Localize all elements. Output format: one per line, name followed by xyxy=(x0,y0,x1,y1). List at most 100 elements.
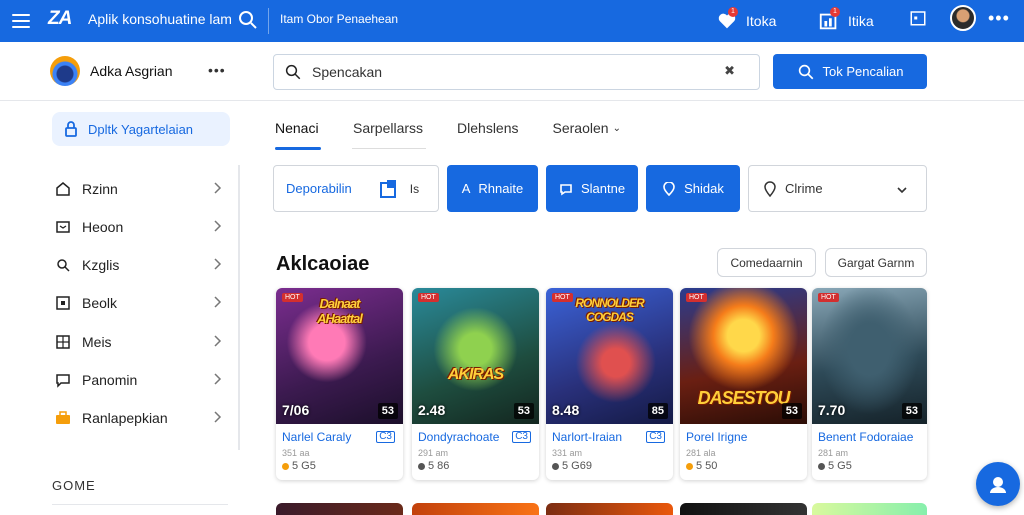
card-rating: 5 G69 xyxy=(552,460,592,472)
rating-dot xyxy=(418,462,425,470)
card-subtitle: 331 am xyxy=(552,448,583,458)
card-rating: 5 G5 xyxy=(282,460,316,472)
game-card[interactable]: HOT RONNOLDER COGDAS 8.48 85 Narlort-Ira… xyxy=(546,288,673,480)
card-tag: 53 xyxy=(781,403,802,419)
game-cover-image: HOT RONNOLDER COGDAS 8.48 85 xyxy=(546,288,673,424)
card-rating-value: 5 50 xyxy=(696,460,718,472)
sidebar-item-meis[interactable]: Meis xyxy=(54,330,230,354)
sidebar-item-label: Ranlapepkian xyxy=(82,410,168,426)
sort-button[interactable]: Comedaarnin xyxy=(717,248,816,277)
topbar-button-2[interactable]: 1 Itika xyxy=(818,7,874,34)
sidebar-scrollbar[interactable] xyxy=(238,165,240,450)
document-icon xyxy=(379,179,396,198)
game-card[interactable]: HOT 7.70 53 Benent Fodoraiae 281 am 5 G5 xyxy=(812,288,927,480)
search-icon xyxy=(798,64,813,79)
search-input[interactable]: Spencakan ✖ xyxy=(273,54,760,90)
more-options-icon[interactable]: ••• xyxy=(988,8,1010,29)
profile[interactable]: Adka Asgrian xyxy=(50,56,173,86)
rating-dot xyxy=(282,462,289,470)
sidebar-divider xyxy=(52,504,228,505)
card-subtitle: 281 am xyxy=(818,448,849,458)
filter-chip-rhnaite[interactable]: A Rhnaite xyxy=(447,165,538,212)
hamburger-menu-icon[interactable] xyxy=(12,9,36,33)
sidebar-item-kzglis[interactable]: Kzglis xyxy=(54,253,230,277)
chevron-right-icon xyxy=(214,411,222,423)
sidebar-item-ranlapepkian[interactable]: Ranlapepkian xyxy=(54,406,230,430)
game-card-partial[interactable] xyxy=(412,503,539,515)
section-heading: Aklcaoiae xyxy=(276,253,370,275)
card-rating-value: 5 86 xyxy=(428,460,450,472)
tab-sarpellarss[interactable]: Sarpellarss xyxy=(353,118,423,150)
game-card-partial[interactable] xyxy=(276,503,403,515)
grid-icon xyxy=(54,333,72,351)
chevron-right-icon xyxy=(214,182,222,194)
chevron-right-icon xyxy=(214,296,222,308)
sidebar-item-label: Meis xyxy=(82,334,112,350)
card-score: 8.48 xyxy=(552,402,580,418)
filter-chip-label: Shidak xyxy=(684,181,724,196)
chat-support-button[interactable] xyxy=(976,462,1020,506)
sidebar-primary-item[interactable]: Dpltk Yagartelaian xyxy=(52,112,230,146)
profile-more-icon[interactable]: ••• xyxy=(208,62,226,78)
chevron-down-icon xyxy=(897,187,907,194)
topbar-subtitle: Itam Obor Penaehean xyxy=(280,12,399,26)
card-tag: 53 xyxy=(901,403,922,419)
game-cover-image: HOT DASESTOU 53 xyxy=(680,288,807,424)
search-icon[interactable] xyxy=(236,8,260,32)
game-card[interactable]: HOT AKIRAS 2.48 53 Dondyrachoate C3 291 … xyxy=(412,288,539,480)
user-avatar[interactable] xyxy=(950,5,976,31)
filter-chip-slantne[interactable]: Slantne xyxy=(546,165,638,212)
card-tag: 53 xyxy=(377,403,398,419)
card-score: 2.48 xyxy=(418,402,446,418)
sidebar-section-label: GOME xyxy=(52,478,96,493)
sidebar-item-panomin[interactable]: Panomin xyxy=(54,368,230,392)
topbar-button-2-label: Itika xyxy=(848,13,874,29)
tab-nenaci[interactable]: Nenaci xyxy=(275,118,321,150)
filter-button[interactable]: Gargat Garnm xyxy=(825,248,927,277)
app-logo[interactable]: ZA xyxy=(48,8,72,30)
category-select-label: Deporabilin xyxy=(286,181,352,196)
topbar-button-1[interactable]: 1 Itoka xyxy=(716,7,776,34)
clear-icon[interactable]: ✖ xyxy=(724,63,735,79)
game-card-partial[interactable] xyxy=(812,503,927,515)
game-card[interactable]: HOT DASESTOU 53 Porel Irigne 281 ala 5 5… xyxy=(680,288,807,480)
search-placeholder: Spencakan xyxy=(312,64,383,80)
chevron-right-icon xyxy=(214,335,222,347)
tab-bar: Nenaci Sarpellarss Dlehslens Seraolen ⌄ xyxy=(275,118,621,150)
location-select-label: Clrime xyxy=(785,181,823,196)
tab-seraolen[interactable]: Seraolen ⌄ xyxy=(553,118,621,150)
game-card-partial[interactable] xyxy=(546,503,673,515)
tab-dlehslens[interactable]: Dlehslens xyxy=(457,118,518,150)
top-bar: ZA Aplik konsohuatine lam Itam Obor Pena… xyxy=(0,0,1024,42)
card-ctag: C3 xyxy=(376,431,395,443)
card-title: Narlel Caraly xyxy=(282,430,352,444)
card-score: 7.70 xyxy=(818,402,846,418)
card-tag: 53 xyxy=(513,403,534,419)
chevron-right-icon xyxy=(214,220,222,232)
filter-chip-label: Slantne xyxy=(580,181,626,196)
game-card[interactable]: HOT Dalnaat AHaattal 7/06 53 Narlel Cara… xyxy=(276,288,403,480)
sidebar-item-rzinn[interactable]: Rzinn xyxy=(54,177,230,201)
game-card-partial[interactable] xyxy=(680,503,807,515)
lock-icon xyxy=(65,121,77,137)
sidebar-item-label: Panomin xyxy=(82,372,138,388)
calendar-icon[interactable] xyxy=(909,9,927,27)
search-icon xyxy=(54,256,72,274)
card-title: Dondyrachoate xyxy=(418,430,500,444)
sidebar-item-label: Heoon xyxy=(82,219,124,235)
game-cover-image: HOT 7.70 53 xyxy=(812,288,927,424)
sidebar-item-heoon[interactable]: Heoon xyxy=(54,215,230,239)
category-select-suffix: Is xyxy=(409,181,420,196)
card-subtitle: 291 am xyxy=(418,448,449,458)
chevron-right-icon xyxy=(214,373,222,385)
category-select[interactable]: Deporabilin Is xyxy=(273,165,439,212)
location-select[interactable]: Clrime xyxy=(748,165,927,212)
sidebar-item-beolk[interactable]: Beolk xyxy=(54,291,230,315)
search-button[interactable]: Tok Pencalian xyxy=(773,54,927,89)
sidebar-primary-label: Dpltk Yagartelaian xyxy=(88,121,194,137)
filter-chip-shidak[interactable]: Shidak xyxy=(646,165,740,212)
card-ctag: C3 xyxy=(512,431,531,443)
card-rating-value: 5 G5 xyxy=(292,460,316,472)
hot-badge: HOT xyxy=(418,293,439,302)
support-icon xyxy=(990,477,1006,493)
